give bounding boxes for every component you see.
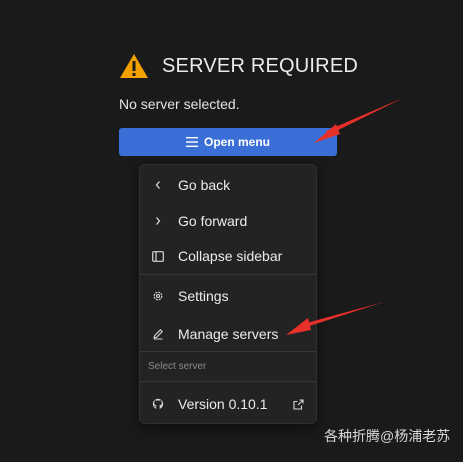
menu-item-label: Settings <box>178 288 229 304</box>
status-text: No server selected. <box>119 96 240 112</box>
page-title: SERVER REQUIRED <box>162 54 359 77</box>
external-link-icon <box>293 398 304 410</box>
menu-item-settings[interactable]: Settings <box>140 281 316 311</box>
menu-item-go-back[interactable]: Go back <box>140 170 316 200</box>
chevron-right-icon <box>152 215 164 227</box>
warning-icon <box>120 54 148 78</box>
menu-item-collapse-sidebar[interactable]: Collapse sidebar <box>140 241 316 271</box>
open-menu-label: Open menu <box>203 135 270 149</box>
section-label: Select server <box>148 361 207 372</box>
watermark-text: 各种折腾@杨浦老苏 <box>324 428 451 444</box>
menu-divider <box>140 274 316 275</box>
dropdown-menu: Go back Go forward Collapse sidebar Sett… <box>139 164 317 424</box>
menu-item-manage-servers[interactable]: Manage servers <box>140 319 316 349</box>
menu-divider <box>140 381 316 382</box>
sidebar-icon <box>152 250 164 262</box>
open-menu-button[interactable]: Open menu <box>119 128 337 156</box>
gear-icon <box>152 290 164 302</box>
menu-item-label: Go forward <box>178 213 248 229</box>
menu-item-label: Manage servers <box>178 326 279 342</box>
menu-item-label: Go back <box>178 177 231 193</box>
menu-item-go-forward[interactable]: Go forward <box>140 206 316 236</box>
menu-divider <box>140 351 316 352</box>
version-label: Version 0.10.1 <box>178 396 268 412</box>
header: SERVER REQUIRED <box>119 52 358 80</box>
github-icon <box>152 398 164 410</box>
version-item[interactable]: Version 0.10.1 <box>140 389 316 419</box>
pencil-icon <box>152 328 164 340</box>
menu-item-label: Collapse sidebar <box>178 248 283 264</box>
menu-lines-icon <box>185 137 198 147</box>
chevron-left-icon <box>152 179 164 191</box>
